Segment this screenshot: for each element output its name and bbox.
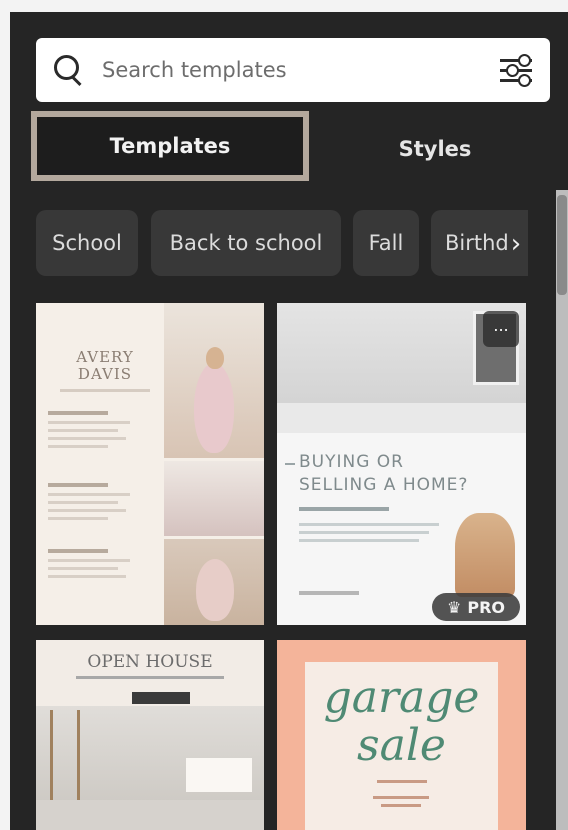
search-bar[interactable] [36, 38, 550, 102]
template-card-garage-sale[interactable]: garage sale [277, 640, 526, 830]
template-photo [164, 461, 264, 536]
tab-templates[interactable]: Templates [31, 111, 309, 181]
category-chips: School Back to school Fall Birthd [36, 210, 528, 276]
left-edge [0, 0, 10, 830]
more-options-button[interactable]: ... [483, 311, 519, 347]
template-title: garage [323, 672, 480, 723]
search-icon [54, 55, 84, 87]
crown-icon: ♛ [447, 597, 462, 617]
tab-styles[interactable]: Styles [360, 124, 510, 174]
template-card-real-estate[interactable]: ... BUYING OR SELLING A HOME? ♛ PRO [277, 303, 526, 625]
template-title: OPEN HOUSE [87, 652, 213, 672]
chip-fall[interactable]: Fall [353, 210, 419, 276]
chevron-right-icon[interactable]: › [505, 228, 527, 260]
scrollbar-thumb[interactable] [557, 195, 567, 295]
template-card-avery-davis[interactable]: AVERY DAVIS [36, 303, 264, 625]
template-card-open-house[interactable]: OPEN HOUSE [36, 640, 264, 830]
chip-back-to-school[interactable]: Back to school [151, 210, 341, 276]
template-name: AVERY DAVIS [76, 348, 134, 383]
template-photo [455, 513, 515, 597]
top-edge [0, 0, 568, 12]
pro-badge: ♛ PRO [432, 593, 520, 621]
sliders-icon[interactable] [500, 54, 532, 87]
chip-school[interactable]: School [36, 210, 138, 276]
search-input[interactable] [100, 57, 484, 83]
template-subtitle: sale [357, 720, 446, 771]
template-title: BUYING OR SELLING A HOME? [299, 452, 469, 495]
